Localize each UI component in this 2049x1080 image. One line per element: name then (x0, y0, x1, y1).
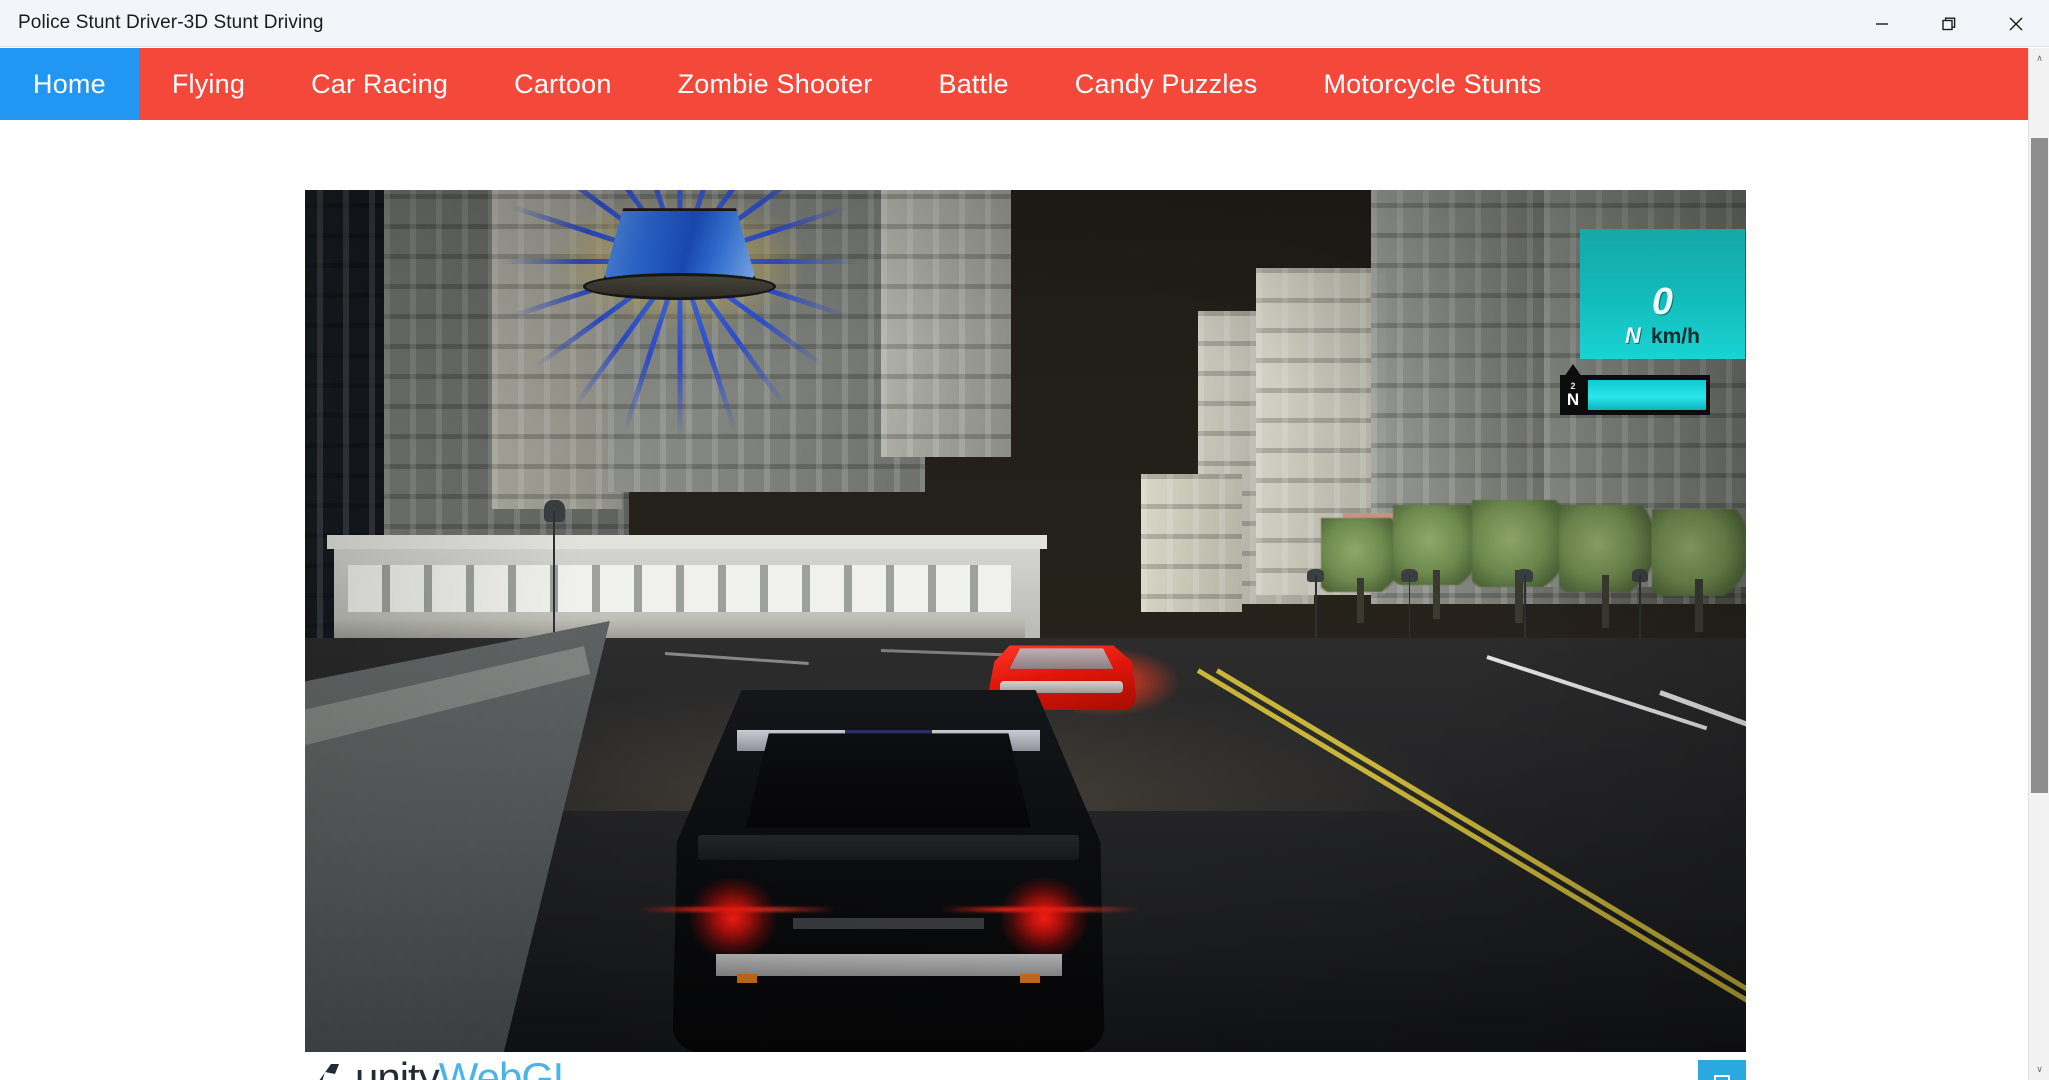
hud-speed-unit: km/h (1650, 324, 1700, 348)
tree (1652, 508, 1746, 633)
street-lamp (1515, 569, 1534, 647)
nav-label: Motorcycle Stunts (1323, 68, 1542, 99)
window-title-bar: Police Stunt Driver-3D Stunt Driving (0, 0, 2049, 47)
hud-compass-bar: 2 N (1560, 364, 1710, 416)
fullscreen-icon (1714, 1075, 1730, 1080)
hud-gear-unit-row: N km/h (1625, 322, 1700, 348)
tree-trunk (1357, 577, 1364, 624)
police-car-taillight-right (1001, 878, 1088, 958)
hud-progress-bar (1586, 375, 1710, 416)
tree-trunk (1601, 574, 1610, 628)
maximize-button[interactable] (1915, 0, 1982, 47)
nav-label: Zombie Shooter (677, 68, 873, 99)
lamp-pole (1314, 575, 1317, 647)
nav-label: Cartoon (514, 68, 612, 99)
hud-progress-bar-fill (1588, 380, 1706, 411)
hud-speed-value: 0 (1651, 280, 1674, 323)
street-lamp (543, 500, 566, 639)
police-car-rear-window (745, 733, 1032, 828)
plaza-base (333, 616, 1026, 640)
nav-label: Home (33, 68, 106, 99)
hud-speedometer: 0 N km/h (1580, 228, 1745, 359)
vertical-scrollbar[interactable]: ∧ ∨ (2028, 48, 2049, 1080)
tree-trunk (1695, 578, 1703, 633)
police-siren-light (501, 190, 858, 440)
unity-logo-word-webgl: WebGL (438, 1056, 577, 1080)
building-central-tower-right (881, 190, 1012, 458)
nav-label: Candy Puzzles (1074, 68, 1258, 99)
street-lamp (1631, 569, 1650, 647)
fullscreen-button[interactable] (1698, 1060, 1746, 1080)
police-car-plate-recess (793, 918, 984, 929)
police-car-marker-left (737, 974, 757, 983)
plaza-cornice (326, 534, 1048, 549)
lamp-pole (1408, 575, 1411, 647)
unity-webgl-footer: unityWebGL (305, 1056, 1746, 1080)
chevron-down-icon: ∨ (2036, 1064, 2043, 1074)
nav-item-home[interactable]: Home (0, 48, 139, 120)
nav-label: Car Racing (311, 68, 449, 99)
lamp-pole (1639, 575, 1641, 647)
window-controls (1848, 0, 2049, 47)
compass-direction: N (1566, 390, 1580, 410)
lamp-pole (553, 511, 556, 639)
scroll-up-button[interactable]: ∧ (2029, 48, 2049, 69)
nav-item-battle[interactable]: Battle (906, 48, 1042, 120)
police-car-bumper (715, 954, 1062, 976)
nav-item-motorcycle-stunts[interactable]: Motorcycle Stunts (1290, 48, 1574, 120)
restore-icon (1938, 13, 1960, 35)
nav-label: Battle (938, 68, 1009, 99)
close-button[interactable] (1982, 0, 2049, 47)
nav-item-cartoon[interactable]: Cartoon (481, 48, 644, 120)
chevron-up-icon: ∧ (2036, 53, 2043, 63)
hud-speed-row: 0 (1652, 283, 1673, 321)
building-far-right-low (1140, 474, 1242, 613)
siren-base (582, 273, 777, 300)
unity-logo-word-unity: unity (355, 1056, 440, 1080)
main-navigation: Home Flying Car Racing Cartoon Zombie Sh… (0, 48, 2028, 120)
close-icon (2005, 13, 2027, 35)
hud-gear-indicator: N (1625, 322, 1641, 348)
police-car-marker-right (1020, 974, 1040, 983)
nav-label: Flying (171, 68, 246, 99)
police-car-taillight-left (689, 878, 777, 958)
nav-item-zombie-shooter[interactable]: Zombie Shooter (645, 48, 906, 120)
scrollbar-thumb[interactable] (2031, 138, 2048, 793)
street-lamp (1306, 569, 1325, 647)
nav-item-candy-puzzles[interactable]: Candy Puzzles (1042, 48, 1291, 120)
unity-logo-mark-icon (305, 1058, 349, 1080)
compass-needle-icon (1564, 364, 1582, 378)
red-car-rear-window (1009, 648, 1114, 669)
unity-logo: unityWebGL (305, 1056, 577, 1080)
compass-degrees: 2 (1570, 381, 1576, 392)
nav-item-flying[interactable]: Flying (139, 48, 278, 120)
window-title: Police Stunt Driver-3D Stunt Driving (18, 12, 324, 33)
compass-indicator: 2 N (1560, 364, 1586, 416)
minimize-icon (1871, 13, 1893, 35)
game-canvas[interactable]: 0 N km/h 2 N (305, 190, 1746, 1052)
page-content: 0 N km/h 2 N unityWebGL (0, 120, 2028, 1080)
player-police-car (637, 689, 1140, 1052)
tree (1320, 517, 1401, 624)
plaza-window-strip (348, 564, 1012, 613)
scroll-down-button[interactable]: ∨ (2029, 1059, 2049, 1080)
lamp-pole (1523, 575, 1526, 647)
tree-trunk (1432, 569, 1440, 619)
minimize-button[interactable] (1848, 0, 1915, 47)
nav-item-car-racing[interactable]: Car Racing (278, 48, 481, 120)
street-lamp (1400, 569, 1419, 647)
police-car-spoiler (698, 834, 1079, 861)
unity-logo-text: unityWebGL (355, 1056, 577, 1080)
